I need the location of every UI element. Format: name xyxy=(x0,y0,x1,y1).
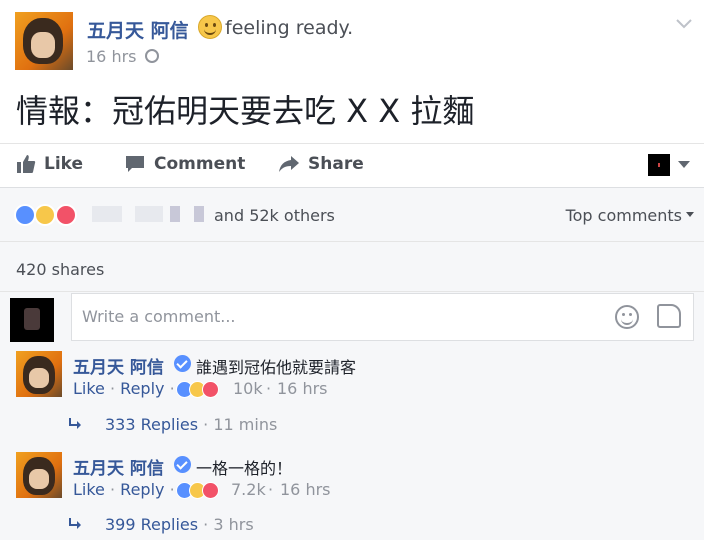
chevron-down-icon[interactable] xyxy=(686,212,694,217)
post-feeling: feeling ready. xyxy=(225,17,354,39)
post-author[interactable]: 五月天 阿信 xyxy=(87,16,189,43)
comment-button[interactable]: Comment xyxy=(124,154,245,174)
blurred-names xyxy=(135,206,163,222)
love-reaction-icon xyxy=(202,482,219,499)
comment-text: 一格一格的！ xyxy=(196,459,293,478)
post-header: 五月天 阿信 feeling ready. 16 hrs xyxy=(15,12,695,72)
reactions-summary[interactable]: and 52k others Top comments xyxy=(0,190,704,240)
comment-actions: Like · Reply · xyxy=(73,480,175,499)
share-button[interactable]: Share xyxy=(278,154,364,174)
reaction-count[interactable]: and 52k others xyxy=(214,206,335,225)
replies-time: 11 mins xyxy=(213,415,278,434)
like-reaction-icon xyxy=(14,204,36,226)
blurred-names xyxy=(170,206,180,222)
replies-count[interactable]: 333 Replies xyxy=(105,415,198,434)
top-comments-dropdown[interactable]: Top comments xyxy=(566,206,682,225)
reply-arrow-icon xyxy=(69,418,81,429)
comment-composer: Write a comment... xyxy=(0,291,704,345)
emoji-icon[interactable] xyxy=(615,305,639,329)
blurred-names xyxy=(92,206,122,222)
post-timestamp[interactable]: 16 hrs xyxy=(86,47,137,66)
globe-icon xyxy=(145,49,159,63)
shares-count[interactable]: 420 shares xyxy=(16,260,104,279)
comment-time-sep: · xyxy=(268,480,274,499)
comment-reply-link[interactable]: Reply xyxy=(120,379,164,398)
comment-time-sep: · xyxy=(266,379,272,398)
replies-link[interactable]: 399 Replies · 3 hrs xyxy=(105,515,254,534)
comment-timestamp[interactable]: 16 hrs xyxy=(277,379,328,398)
blurred-names xyxy=(194,206,204,222)
comment-placeholder: Write a comment... xyxy=(82,307,236,326)
haha-reaction-icon xyxy=(34,204,56,226)
author-avatar[interactable] xyxy=(15,12,73,70)
like-icon xyxy=(17,155,36,173)
like-button[interactable]: Like xyxy=(16,154,83,174)
comment-like-link[interactable]: Like xyxy=(73,480,105,499)
commenter-avatar[interactable] xyxy=(16,351,62,397)
love-reaction-icon xyxy=(202,381,219,398)
comment-reaction-count[interactable]: 7.2k xyxy=(231,480,266,499)
replies-link[interactable]: 333 Replies · 11 mins xyxy=(105,415,277,434)
feeling-emoji-icon xyxy=(198,15,222,39)
replies-count[interactable]: 399 Replies xyxy=(105,515,198,534)
sticker-icon[interactable] xyxy=(657,304,681,328)
action-bar: Like Comment Share xyxy=(0,143,704,187)
reply-arrow-icon xyxy=(69,518,81,529)
replies-time: 3 hrs xyxy=(213,515,254,534)
verified-icon xyxy=(174,355,191,372)
comment-input[interactable]: Write a comment... xyxy=(71,293,694,341)
comment-like-link[interactable]: Like xyxy=(73,379,105,398)
commenter-avatar[interactable] xyxy=(16,452,62,498)
shares-row: 420 shares xyxy=(0,241,704,291)
audience-icon[interactable] xyxy=(648,154,670,176)
comment-actions: Like · Reply · xyxy=(73,379,175,398)
chevron-down-icon[interactable] xyxy=(678,161,690,168)
love-reaction-icon xyxy=(55,204,77,226)
viewer-avatar xyxy=(10,298,54,342)
share-label: Share xyxy=(308,154,364,174)
post-text: 情報：冠佑明天要去吃 X X 拉麵 xyxy=(16,92,475,130)
comment-reply-link[interactable]: Reply xyxy=(120,480,164,499)
comment-reaction-count[interactable]: 10k xyxy=(233,379,263,398)
comment-text: 誰遇到冠佑他就要請客 xyxy=(196,358,357,377)
like-label: Like xyxy=(44,154,84,174)
verified-icon xyxy=(174,456,191,473)
comment-author[interactable]: 五月天 阿信 xyxy=(73,454,164,479)
comment-timestamp[interactable]: 16 hrs xyxy=(280,480,331,499)
chevron-down-icon[interactable] xyxy=(675,18,693,30)
share-icon xyxy=(279,156,299,172)
comment-label: Comment xyxy=(154,154,246,174)
comment-icon xyxy=(126,156,144,172)
comment-author[interactable]: 五月天 阿信 xyxy=(73,353,164,378)
